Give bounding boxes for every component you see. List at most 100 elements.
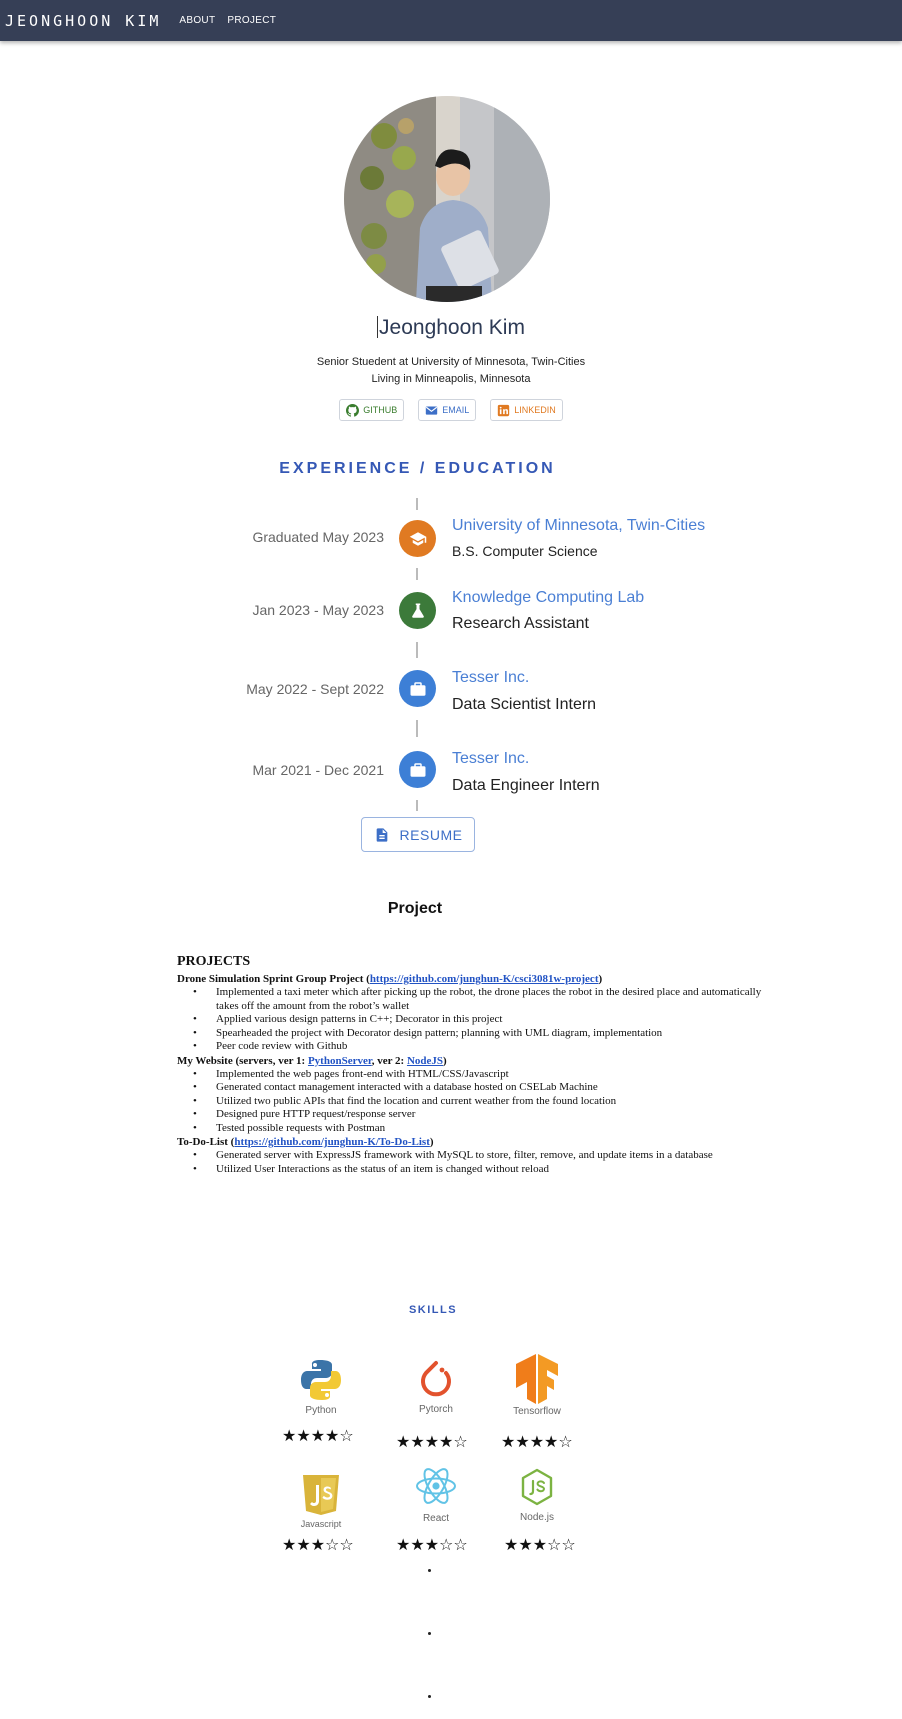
skill-rating: ★★★☆☆	[282, 1535, 354, 1554]
project-link[interactable]: https://github.com/junghun-K/csci3081w-p…	[370, 973, 599, 985]
briefcase-icon	[410, 681, 425, 696]
timeline-connector	[416, 720, 418, 737]
resume-label: RESUME	[399, 826, 463, 843]
list-item: Peer code review with Github	[177, 1040, 767, 1054]
projects-doc-title: PROJECTS	[177, 954, 251, 969]
skill-rating: ★★★★☆	[396, 1432, 468, 1451]
timeline-org[interactable]: University of Minnesota, Twin-Cities	[452, 517, 705, 535]
flask-icon	[411, 603, 424, 618]
timeline-role: Research Assistant	[452, 615, 589, 632]
timeline-icon	[399, 592, 436, 629]
timeline-connector	[416, 568, 418, 580]
skill-label: Pytorch	[419, 1404, 453, 1415]
list-item: Utilized two public APIs that find the l…	[177, 1095, 767, 1109]
email-icon	[426, 405, 438, 415]
list-item: Implemented a taxi meter which after pic…	[177, 986, 767, 1013]
skill-label: Tensorflow	[513, 1406, 561, 1417]
list-item: Applied various design patterns in C++; …	[177, 1013, 767, 1027]
brand-logo[interactable]: JEONGHOON KIM	[5, 12, 161, 30]
timeline-connector	[416, 498, 418, 510]
list-dot	[428, 1695, 431, 1698]
timeline-date: Jan 2023 - May 2023	[252, 602, 384, 618]
list-dot	[428, 1632, 431, 1635]
python-icon	[301, 1360, 341, 1400]
skill-label: React	[422, 1513, 450, 1524]
timeline-org[interactable]: Knowledge Computing Lab	[452, 589, 644, 607]
project-bullets: Implemented a taxi meter which after pic…	[177, 986, 767, 1054]
skill-rating: ★★★☆☆	[396, 1535, 468, 1554]
timeline-role: Data Scientist Intern	[452, 696, 597, 713]
skills-title: SKILLS	[408, 1304, 458, 1316]
timeline-icon	[399, 751, 436, 788]
skill-javascript: Javascript	[271, 1473, 371, 1529]
profile-location: Living in Minneapolis, Minnesota	[371, 373, 531, 385]
timeline-date: May 2022 - Sept 2022	[246, 681, 384, 697]
experience-title: EXPERIENCE / EDUCATION	[279, 460, 556, 477]
github-label: GITHUB	[363, 405, 398, 415]
navbar: JEONGHOON KIM ABOUT PROJECT	[0, 0, 902, 41]
project-link[interactable]: https://github.com/junghun-K/To-Do-List	[234, 1136, 430, 1148]
projects-document: PROJECTS Drone Simulation Sprint Group P…	[177, 954, 767, 1176]
profile-name: Jeonghoon Kim	[0, 316, 902, 340]
list-item: Utilized User Interactions as the status…	[177, 1163, 767, 1177]
project-title: Drone Simulation Sprint Group Project (h…	[177, 973, 603, 985]
project-heading: Project	[387, 900, 443, 917]
nodejs-icon	[521, 1468, 553, 1506]
react-icon	[416, 1468, 456, 1504]
project-title: My Website (servers, ver 1: PythonServer…	[177, 1054, 447, 1067]
skill-tensorflow: Tensorflow	[487, 1354, 587, 1417]
text-cursor	[377, 316, 379, 338]
project-link[interactable]: NodeJS	[407, 1055, 443, 1067]
timeline-role: B.S. Computer Science	[452, 543, 598, 559]
list-item: Designed pure HTTP request/response serv…	[177, 1108, 767, 1122]
resume-button[interactable]: RESUME	[361, 817, 475, 852]
skill-python: Python	[271, 1358, 371, 1416]
timeline-connector	[416, 800, 418, 811]
project-bullets: Generated server with ExpressJS framewor…	[177, 1149, 767, 1176]
nav-link-about[interactable]: ABOUT	[179, 15, 215, 26]
timeline-org[interactable]: Tesser Inc.	[452, 750, 529, 768]
github-icon	[346, 403, 360, 417]
list-item: Spearheaded the project with Decorator d…	[177, 1027, 767, 1041]
list-item: Implemented the web pages front-end with…	[177, 1068, 767, 1082]
skill-label: Node.js	[520, 1512, 554, 1523]
list-item: Generated contact management interacted …	[177, 1081, 767, 1095]
profile-name-text: Jeonghoon Kim	[379, 316, 525, 339]
linkedin-icon	[498, 404, 510, 416]
timeline-icon	[399, 520, 436, 557]
skill-rating: ★★★☆☆	[504, 1535, 576, 1554]
timeline-connector	[416, 642, 418, 658]
list-dot	[428, 1569, 431, 1572]
skill-nodejs: Node.js	[487, 1468, 587, 1523]
email-label: EMAIL	[442, 405, 470, 415]
timeline-icon	[399, 670, 436, 707]
profile-subtitle: Senior Stuedent at University of Minneso…	[316, 356, 586, 368]
timeline-role: Data Engineer Intern	[452, 777, 600, 794]
timeline-date: Mar 2021 - Dec 2021	[252, 762, 384, 778]
email-button[interactable]: EMAIL	[418, 399, 477, 421]
skill-label: Javascript	[300, 1519, 342, 1529]
project-link[interactable]: PythonServer	[308, 1055, 372, 1067]
linkedin-button[interactable]: LINKEDIN	[490, 399, 563, 421]
project-title: To-Do-List (https://github.com/junghun-K…	[177, 1136, 434, 1148]
timeline-org[interactable]: Tesser Inc.	[452, 669, 529, 687]
timeline-date: Graduated May 2023	[252, 529, 384, 545]
graduation-cap-icon	[409, 531, 426, 546]
pytorch-icon	[421, 1361, 451, 1397]
project-bullets: Implemented the web pages front-end with…	[177, 1068, 767, 1136]
skill-pytorch: Pytorch	[386, 1360, 486, 1415]
linkedin-label: LINKEDIN	[514, 405, 556, 415]
avatar	[344, 96, 550, 302]
skill-rating: ★★★★☆	[501, 1432, 573, 1451]
skill-react: React	[386, 1465, 486, 1524]
briefcase-icon	[410, 762, 425, 777]
tensorflow-icon	[516, 1354, 558, 1404]
nav-link-project[interactable]: PROJECT	[227, 15, 276, 26]
document-icon	[376, 827, 387, 842]
javascript-icon	[303, 1475, 339, 1515]
skill-label: Python	[305, 1405, 337, 1416]
profile-links: GITHUB EMAIL LINKEDIN	[0, 399, 902, 421]
github-button[interactable]: GITHUB	[339, 399, 405, 421]
list-item: Tested possible requests with Postman	[177, 1122, 767, 1136]
skill-rating: ★★★★☆	[282, 1426, 354, 1445]
